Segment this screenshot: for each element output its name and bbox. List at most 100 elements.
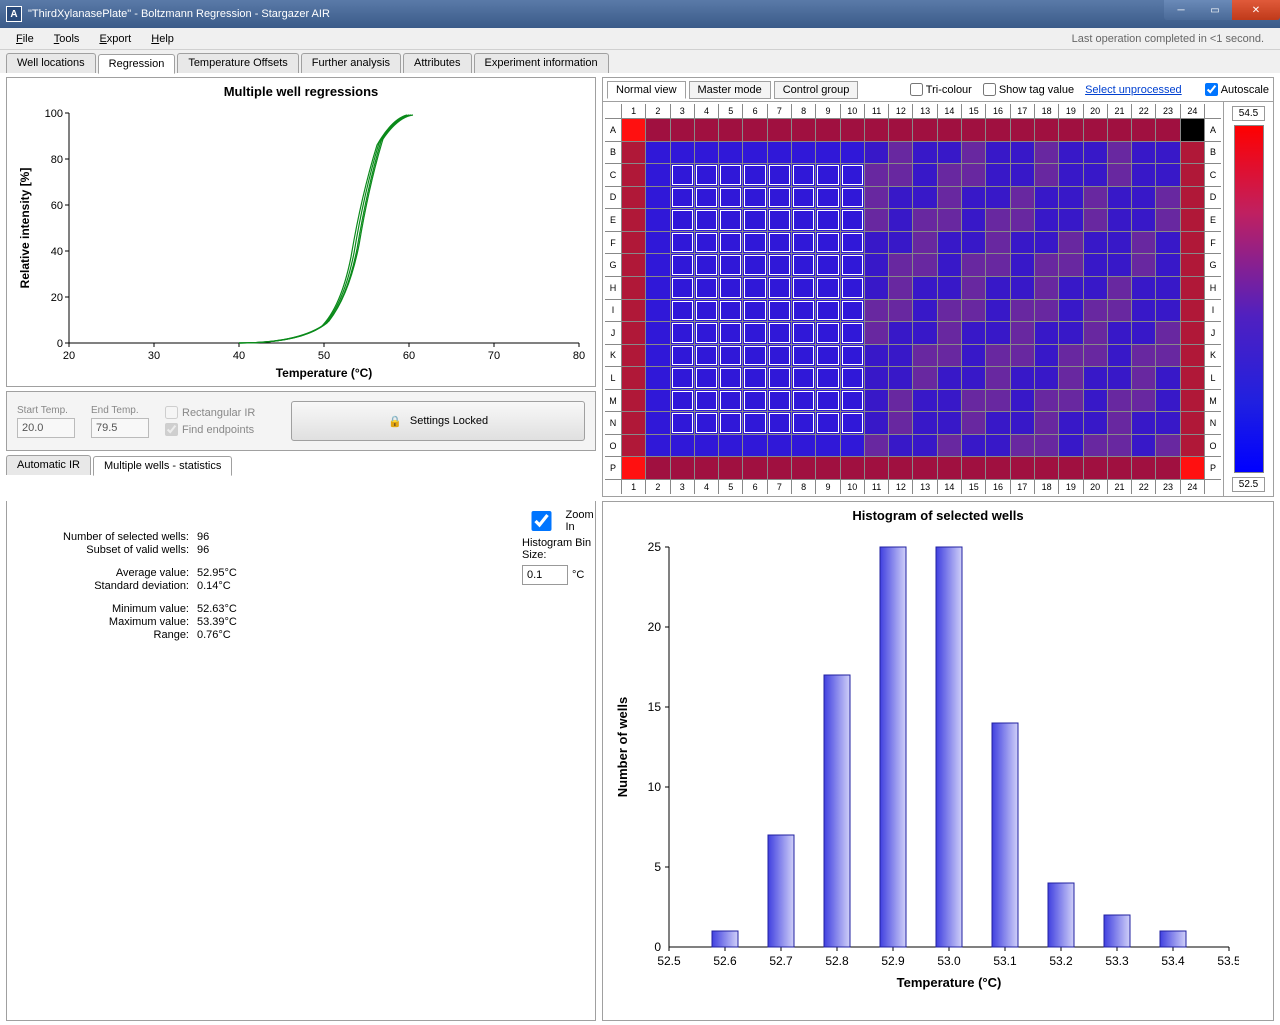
plate-cell[interactable] [743, 209, 766, 231]
plate-cell[interactable] [889, 345, 912, 367]
plate-cell[interactable] [816, 412, 839, 434]
plate-cell[interactable] [1011, 142, 1034, 164]
tab-attributes[interactable]: Attributes [403, 53, 471, 73]
plate-cell[interactable] [768, 300, 791, 322]
plate-cell[interactable] [1059, 435, 1082, 457]
plate-cell[interactable] [841, 322, 864, 344]
plate-cell[interactable] [841, 142, 864, 164]
plate-cell[interactable] [743, 412, 766, 434]
plate-cell[interactable] [719, 187, 742, 209]
plate-cell[interactable] [768, 254, 791, 276]
plate-cell[interactable] [1059, 457, 1082, 479]
plate-cell[interactable] [622, 390, 645, 412]
plate-cell[interactable] [889, 390, 912, 412]
plate-cell[interactable] [719, 457, 742, 479]
plate-cell[interactable] [913, 345, 936, 367]
plate-cell[interactable] [1132, 300, 1155, 322]
plate-cell[interactable] [1059, 187, 1082, 209]
plate-cell[interactable] [889, 142, 912, 164]
plate-cell[interactable] [792, 322, 815, 344]
plate-cell[interactable] [1108, 277, 1131, 299]
plate-cell[interactable] [1132, 209, 1155, 231]
plate-cell[interactable] [938, 435, 961, 457]
plate-cell[interactable] [962, 322, 985, 344]
plate-cell[interactable] [1156, 209, 1179, 231]
tab-experiment-info[interactable]: Experiment information [474, 53, 609, 73]
plate-cell[interactable] [622, 142, 645, 164]
plate-cell[interactable] [913, 254, 936, 276]
plate-cell[interactable] [792, 345, 815, 367]
plate-cell[interactable] [1181, 119, 1204, 141]
plate-cell[interactable] [768, 345, 791, 367]
plate-cell[interactable] [622, 367, 645, 389]
plate-cell[interactable] [889, 119, 912, 141]
plate-cell[interactable] [646, 322, 669, 344]
plate-cell[interactable] [962, 457, 985, 479]
plate-cell[interactable] [768, 142, 791, 164]
plate-cell[interactable] [816, 119, 839, 141]
plate-cell[interactable] [1181, 300, 1204, 322]
plate-cell[interactable] [938, 457, 961, 479]
plate-cell[interactable] [1181, 322, 1204, 344]
plate-cell[interactable] [986, 345, 1009, 367]
plate-cell[interactable] [1108, 164, 1131, 186]
plate-cell[interactable] [1108, 209, 1131, 231]
plate-cell[interactable] [841, 254, 864, 276]
plate-cell[interactable] [865, 119, 888, 141]
plate-cell[interactable] [1132, 322, 1155, 344]
plate-cell[interactable] [938, 390, 961, 412]
plate-cell[interactable] [1108, 412, 1131, 434]
plate-cell[interactable] [671, 142, 694, 164]
plate-cell[interactable] [986, 300, 1009, 322]
plate-cell[interactable] [1011, 457, 1034, 479]
plate-cell[interactable] [841, 457, 864, 479]
plate-cell[interactable] [695, 457, 718, 479]
plate-cell[interactable] [1084, 322, 1107, 344]
plate-cell[interactable] [1059, 232, 1082, 254]
plate-cell[interactable] [1132, 254, 1155, 276]
plate-cell[interactable] [1059, 390, 1082, 412]
plate-cell[interactable] [1084, 412, 1107, 434]
plate-cell[interactable] [1156, 232, 1179, 254]
plate-cell[interactable] [1181, 412, 1204, 434]
plate-cell[interactable] [889, 187, 912, 209]
plate-cell[interactable] [1156, 254, 1179, 276]
plate-cell[interactable] [816, 164, 839, 186]
plate-cell[interactable] [913, 457, 936, 479]
plate-cell[interactable] [792, 232, 815, 254]
plate-cell[interactable] [792, 457, 815, 479]
plate-cell[interactable] [1132, 142, 1155, 164]
plate-cell[interactable] [1084, 164, 1107, 186]
plate-cell[interactable] [646, 300, 669, 322]
plate-cell[interactable] [913, 435, 936, 457]
minimize-button[interactable]: ─ [1164, 0, 1198, 20]
plate-cell[interactable] [695, 367, 718, 389]
plate-cell[interactable] [986, 187, 1009, 209]
plate-cell[interactable] [1181, 435, 1204, 457]
plate-cell[interactable] [1084, 300, 1107, 322]
plate-cell[interactable] [962, 164, 985, 186]
plate-cell[interactable] [1059, 164, 1082, 186]
plate-cell[interactable] [962, 142, 985, 164]
plate-grid-area[interactable]: 123456789101112131415161718192021222324A… [603, 102, 1223, 496]
plate-cell[interactable] [719, 209, 742, 231]
plate-cell[interactable] [986, 164, 1009, 186]
plate-cell[interactable] [743, 232, 766, 254]
plate-cell[interactable] [816, 187, 839, 209]
plate-cell[interactable] [646, 119, 669, 141]
plate-cell[interactable] [719, 277, 742, 299]
plate-cell[interactable] [671, 119, 694, 141]
plate-cell[interactable] [913, 412, 936, 434]
plate-cell[interactable] [792, 254, 815, 276]
plate-cell[interactable] [792, 390, 815, 412]
plate-cell[interactable] [913, 209, 936, 231]
plate-cell[interactable] [1156, 187, 1179, 209]
plate-cell[interactable] [743, 435, 766, 457]
rectangular-ir-checkbox[interactable] [165, 406, 178, 419]
plate-cell[interactable] [719, 345, 742, 367]
find-endpoints-checkbox[interactable] [165, 423, 178, 436]
plate-cell[interactable] [1108, 142, 1131, 164]
plate-cell[interactable] [1084, 187, 1107, 209]
plate-cell[interactable] [792, 187, 815, 209]
plate-cell[interactable] [962, 367, 985, 389]
